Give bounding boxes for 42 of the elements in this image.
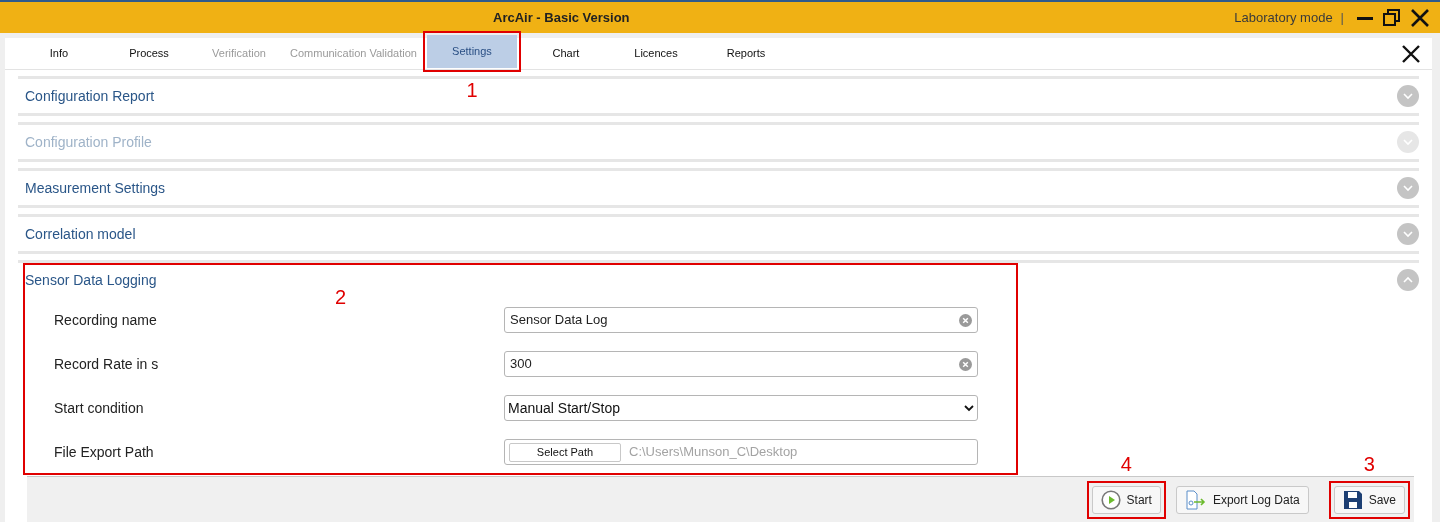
play-icon bbox=[1100, 489, 1121, 510]
restore-icon[interactable] bbox=[1382, 7, 1402, 28]
callout-number: 2 bbox=[335, 287, 347, 307]
clear-icon[interactable] bbox=[959, 357, 972, 371]
text-field[interactable]: 300 bbox=[504, 351, 978, 377]
tab[interactable]: Settings bbox=[427, 35, 517, 68]
field-label: Record Rate in s bbox=[53, 354, 160, 374]
text-field[interactable]: Sensor Data Log bbox=[504, 307, 978, 333]
tab[interactable]: Process bbox=[104, 38, 194, 69]
callout-number: 4 bbox=[1120, 453, 1132, 474]
close-icon[interactable] bbox=[1402, 44, 1420, 63]
section-title[interactable]: Configuration Report bbox=[25, 85, 155, 107]
field-label: Recording name bbox=[53, 310, 158, 330]
path-field[interactable]: Select Path C:\Users\Munson_C\Desktop bbox=[504, 439, 978, 465]
callout-number: 3 bbox=[1363, 453, 1375, 474]
path-placeholder: C:\Users\Munson_C\Desktop bbox=[629, 443, 798, 462]
mode-label: Laboratory mode bbox=[1234, 8, 1333, 27]
caret-icon bbox=[964, 404, 974, 412]
field-label: Start condition bbox=[53, 398, 145, 418]
tab[interactable]: Info bbox=[14, 38, 104, 69]
tab[interactable]: Reports bbox=[701, 38, 791, 69]
start-button[interactable]: Start bbox=[1091, 485, 1161, 514]
tab[interactable]: Licences bbox=[611, 38, 701, 69]
tab[interactable]: Chart bbox=[521, 38, 611, 69]
save-button[interactable]: Save bbox=[1333, 485, 1405, 514]
expand-icon[interactable] bbox=[1397, 85, 1419, 107]
dropdown[interactable]: Manual Start/Stop bbox=[504, 395, 978, 421]
expand-icon[interactable] bbox=[1397, 223, 1419, 245]
separator: | bbox=[1340, 8, 1344, 27]
clear-icon[interactable] bbox=[959, 313, 972, 327]
field-label: File Export Path bbox=[53, 442, 155, 462]
window-title: ArcAir - Basic Version bbox=[493, 8, 630, 27]
expand-icon[interactable] bbox=[1397, 177, 1419, 199]
select-path-button[interactable]: Select Path bbox=[509, 442, 621, 462]
section-title[interactable]: Correlation model bbox=[25, 223, 136, 245]
callout-number: 1 bbox=[466, 80, 478, 100]
export-button[interactable]: Export Log Data bbox=[1175, 485, 1309, 514]
collapse-icon[interactable] bbox=[1397, 269, 1419, 291]
close-icon[interactable] bbox=[1410, 7, 1430, 28]
section-title[interactable]: Measurement Settings bbox=[25, 177, 166, 199]
document-arrow-icon bbox=[1184, 489, 1207, 510]
section-title[interactable]: Sensor Data Logging bbox=[25, 269, 157, 291]
